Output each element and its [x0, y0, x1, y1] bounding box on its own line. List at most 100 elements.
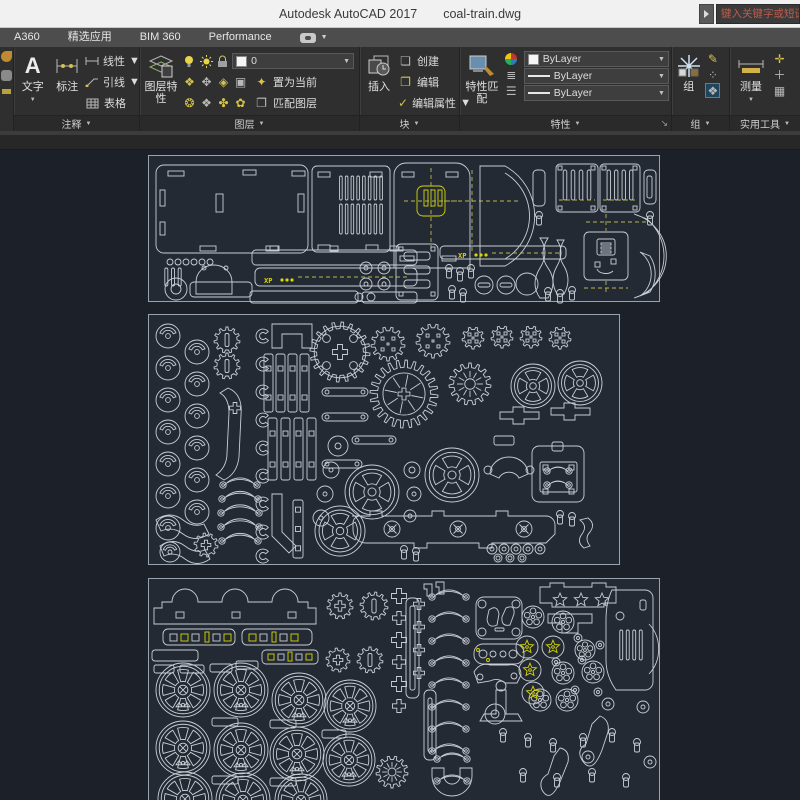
search-arrow-button[interactable] [699, 4, 714, 24]
autocad-window: Autodesk AutoCAD 2017 coal-train.dwg 键入关… [0, 0, 800, 800]
layer-tool-icon[interactable]: ✥ [199, 75, 214, 90]
current-layer-name: 0 [251, 55, 339, 67]
linetype-dropdown[interactable]: ByLayer ▼ [524, 85, 669, 101]
layer-tool-icon[interactable]: ❖ [199, 96, 214, 111]
create-block-button[interactable]: ❏ 创建 [398, 51, 456, 71]
lineweight-dropdown[interactable]: ByLayer ▼ [524, 68, 669, 84]
dimension-icon [55, 51, 79, 81]
text-button[interactable]: A 文字 ▼ [16, 49, 49, 115]
quick-calc-icon[interactable]: ▦ [772, 83, 787, 98]
svg-text:XP: XP [458, 252, 466, 260]
make-current-button[interactable]: ✦ 置为当前 [254, 72, 317, 92]
panel-label-block[interactable]: 块▼ [360, 115, 459, 131]
search-input[interactable]: 键入关键字或短语 [716, 4, 800, 24]
partial-icon [1, 70, 12, 81]
linear-button[interactable]: 线性 ▼ [85, 51, 137, 71]
cut-sheet-3 [149, 579, 660, 800]
tab-performance[interactable]: Performance [195, 28, 286, 47]
cut-sheet-1: XP XP [149, 156, 667, 304]
clipped-panel [0, 47, 14, 131]
panel-label-properties[interactable]: 特性▼ ↘ [460, 115, 671, 131]
layers-icon [148, 51, 174, 81]
color-swatch [528, 54, 539, 65]
linetype-icon[interactable]: ≣ [504, 67, 519, 82]
dimension-label: 标注 [56, 81, 78, 93]
svg-text:XP: XP [264, 277, 272, 285]
table-icon [85, 96, 100, 111]
object-color-dropdown[interactable]: ByLayer ▼ [524, 51, 669, 67]
layer-on-bulb-icon[interactable] [182, 54, 197, 69]
table-button[interactable]: 表格 [85, 93, 137, 113]
dialog-launcher-icon[interactable]: ↘ [660, 118, 668, 129]
group-edit-icon[interactable]: ⁘ [705, 67, 720, 82]
layer-tool-icon[interactable]: ✿ [233, 96, 248, 111]
group-label: 组 [683, 81, 694, 93]
group-selection-toggle[interactable]: ❖ [705, 83, 720, 98]
chevron-down-icon: ▼ [658, 90, 665, 97]
group-button[interactable]: 组 [674, 49, 703, 115]
leader-icon [85, 75, 99, 90]
ribbon-tab-bar: A360 精选应用 BIM 360 Performance ▼ [0, 28, 800, 47]
color-wheel-icon[interactable] [504, 51, 519, 66]
edit-attributes-button[interactable]: ✓ 编辑属性 ▼ [398, 93, 456, 113]
chevron-down-icon: ▼ [30, 94, 36, 106]
measure-label: 测量 [740, 81, 762, 93]
layer-color-swatch [236, 56, 247, 67]
layer-tool-icon[interactable]: ❖ [182, 75, 197, 90]
id-point-icon[interactable]: ✛ [772, 51, 787, 66]
camera-icon[interactable] [300, 33, 316, 43]
match-properties-icon [468, 51, 496, 81]
panel-groups: 组 ✎ ⁘ ❖ 组▼ [672, 47, 730, 131]
layer-lock-icon[interactable] [215, 54, 230, 69]
tab-bim360[interactable]: BIM 360 [126, 28, 195, 47]
panel-label-annotation[interactable]: 注释▼ [14, 115, 139, 131]
window-title: Autodesk AutoCAD 2017 coal-train.dwg [0, 0, 800, 28]
chevron-down-icon[interactable]: ▼ [321, 34, 328, 41]
edit-block-button[interactable]: ❐ 编辑 [398, 72, 456, 92]
panel-utilities: 测量 ▼ ✛ ＋ ▦ 实用工具▼ [730, 47, 800, 131]
insert-block-button[interactable]: 插入 [362, 49, 396, 115]
point-icon[interactable]: ＋ [772, 67, 787, 82]
match-properties-button[interactable]: 特性匹配 [462, 49, 502, 115]
insert-block-label: 插入 [368, 81, 390, 93]
layer-freeze-sun-icon[interactable] [199, 54, 214, 69]
color-value: ByLayer [543, 53, 654, 65]
create-block-label: 创建 [417, 53, 439, 69]
document-tab-strip [0, 135, 800, 150]
linear-label: 线性 [103, 53, 125, 69]
layer-tool-icon[interactable]: ✤ [216, 96, 231, 111]
layer-properties-button[interactable]: 图层特性 [142, 49, 180, 115]
lineweight-swatch [528, 75, 550, 77]
group-icon [676, 51, 702, 81]
measure-button[interactable]: 测量 ▼ [732, 49, 770, 115]
layer-tool-icon[interactable]: ◈ [216, 75, 231, 90]
chevron-down-icon: ▼ [748, 94, 754, 106]
tab-a360[interactable]: A360 [0, 28, 54, 47]
layer-tool-icon[interactable]: ▣ [233, 75, 248, 90]
chevron-down-icon: ▼ [343, 58, 350, 65]
linear-dim-icon [85, 54, 99, 69]
create-block-icon: ❏ [398, 54, 413, 69]
match-layer-button[interactable]: ❐ 匹配图层 [254, 93, 317, 113]
drawing-canvas[interactable]: XP XP [0, 150, 800, 800]
panel-label-utilities[interactable]: 实用工具▼ [730, 115, 800, 131]
layer-select-dropdown[interactable]: 0 ▼ [232, 53, 354, 69]
chevron-down-icon: ▼ [658, 73, 665, 80]
panel-label-layers[interactable]: 图层▼ [140, 115, 359, 131]
table-label: 表格 [104, 95, 126, 111]
panel-label-groups[interactable]: 组▼ [672, 115, 729, 131]
text-label: 文字 [22, 81, 44, 93]
insert-block-icon [366, 51, 392, 81]
leader-label: 引线 [103, 74, 125, 90]
lineweight-icon[interactable]: ☰ [504, 83, 519, 98]
tab-featured-apps[interactable]: 精选应用 [54, 28, 126, 47]
panel-properties: 特性匹配 ≣ ☰ ByLa [460, 47, 672, 131]
edit-block-icon: ❐ [398, 75, 413, 90]
layer-tool-icon[interactable]: ❂ [182, 96, 197, 111]
leader-button[interactable]: 引线 ▼ [85, 72, 137, 92]
panel-layers: 图层特性 [140, 47, 360, 131]
layer-properties-label: 图层特性 [142, 81, 180, 105]
panel-block: 插入 ❏ 创建 ❐ 编辑 ✓ 编辑属性 ▼ [360, 47, 460, 131]
dimension-button[interactable]: 标注 [51, 49, 83, 115]
ungroup-icon[interactable]: ✎ [705, 51, 720, 66]
